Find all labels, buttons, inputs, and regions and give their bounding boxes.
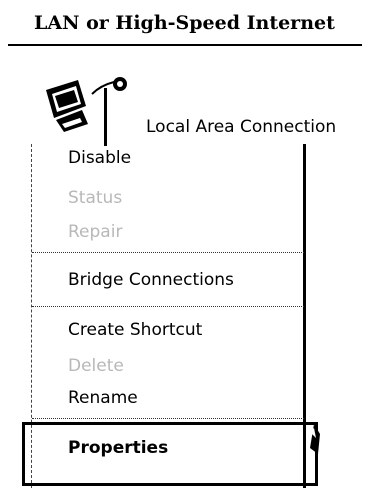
group-header-lan: LAN or High-Speed Internet [34,12,335,34]
properties-highlight [22,422,318,486]
menu-item-create-shortcut[interactable]: Create Shortcut [68,320,202,340]
group-divider [8,44,362,46]
menu-item-delete: Delete [68,356,124,376]
menu-separator [32,252,304,253]
menu-item-repair: Repair [68,222,123,242]
menu-separator [32,306,304,307]
menu-item-status: Status [68,188,123,208]
menu-item-bridge-connections[interactable]: Bridge Connections [68,270,234,290]
menu-item-disable[interactable]: Disable [68,148,131,168]
menu-item-rename[interactable]: Rename [68,388,138,408]
menu-separator [32,418,304,419]
network-connection-icon[interactable] [34,66,134,146]
connection-name[interactable]: Local Area Connection [146,117,336,137]
cursor-pointer-icon [300,424,322,454]
menu-item-properties[interactable]: Properties [68,438,168,458]
